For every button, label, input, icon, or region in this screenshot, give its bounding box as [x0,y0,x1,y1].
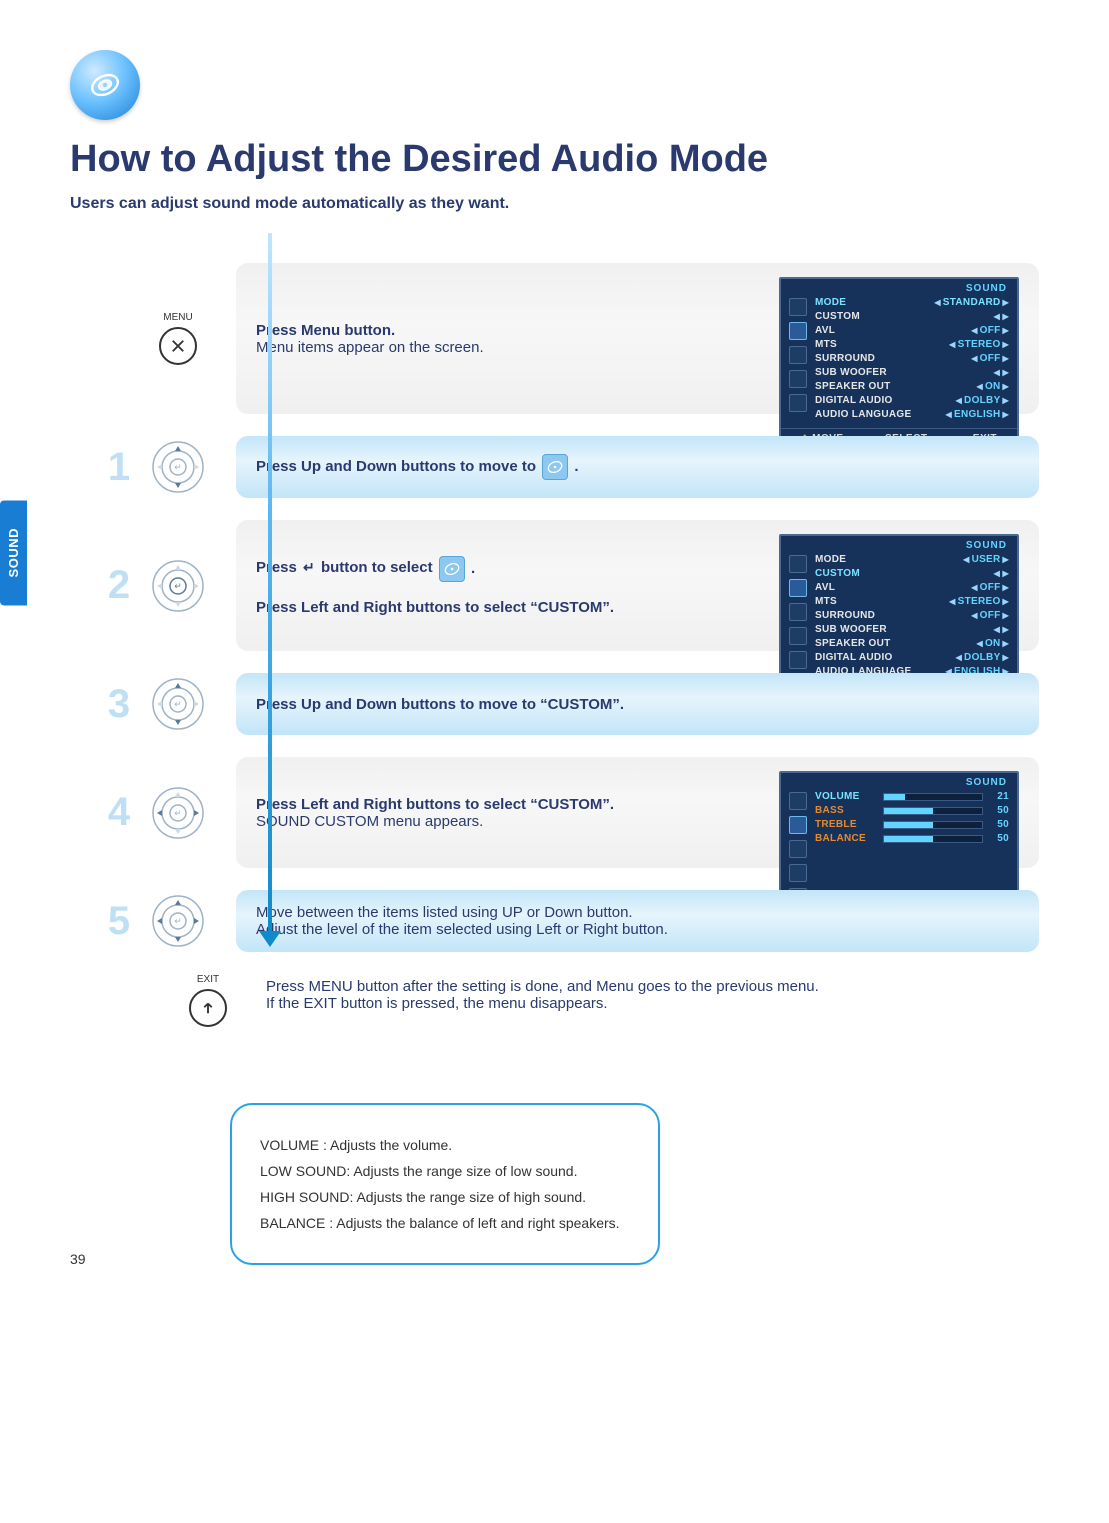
step-number: 5 [100,899,138,944]
svg-text:↵: ↵ [174,699,182,709]
page-title: How to Adjust the Desired Audio Mode [70,138,1039,181]
dpad-icon: ↵ [152,895,204,947]
step-1-text: Press Up and Down buttons to move to . [256,454,1019,480]
section-tab: SOUND [0,500,27,605]
speaker-icon [70,50,140,120]
step-2-text: Press ↵ button to select . Press Left an… [256,556,765,616]
menu-button-label: MENU [163,312,192,323]
osd-screenshot-1: SOUND MODESTANDARDCUSTOMAVLOFFMTSSTEREOS… [779,277,1019,450]
menu-button-icon [159,327,197,365]
page-subtitle: Users can adjust sound mode automaticall… [70,195,1039,213]
note-high-sound: HIGH SOUND: Adjusts the range size of hi… [260,1189,630,1205]
step-number: 1 [100,445,138,490]
sound-menu-icon [439,556,465,582]
svg-text:↵: ↵ [174,916,182,926]
note-low-sound: LOW SOUND: Adjusts the range size of low… [260,1163,630,1179]
step-menu-text: Press Menu button. Menu items appear on … [256,322,765,356]
step-3-text: Press Up and Down buttons to move to “CU… [256,696,1019,713]
svg-text:↵: ↵ [174,808,182,818]
step-5-text: Move between the items listed using UP o… [256,904,1019,938]
dpad-icon: ↵ [152,441,204,493]
sound-menu-icon [542,454,568,480]
step-4-text: Press Left and Right buttons to select “… [256,796,765,830]
note-volume: VOLUME : Adjusts the volume. [260,1137,630,1153]
exit-button-label: EXIT [197,974,219,985]
section-logo [70,50,1039,120]
dpad-icon: ↵ [152,678,204,730]
exit-step-text: Press MENU button after the setting is d… [266,974,819,1027]
flow-arrow-line [268,233,272,933]
note-balance: BALANCE : Adjusts the balance of left an… [260,1215,630,1231]
dpad-icon: ↵ [152,560,204,612]
notes-box: VOLUME : Adjusts the volume. LOW SOUND: … [230,1103,660,1265]
page-number: 39 [70,1251,86,1267]
step-number: 3 [100,682,138,727]
step-number: 4 [100,790,138,835]
step-number: 2 [100,563,138,608]
flow-arrow-head [259,931,281,947]
enter-icon: ↵ [303,559,315,576]
svg-text:↵: ↵ [174,462,182,472]
svg-text:↵: ↵ [174,581,182,591]
dpad-icon: ↵ [152,787,204,839]
exit-button-icon [189,989,227,1027]
